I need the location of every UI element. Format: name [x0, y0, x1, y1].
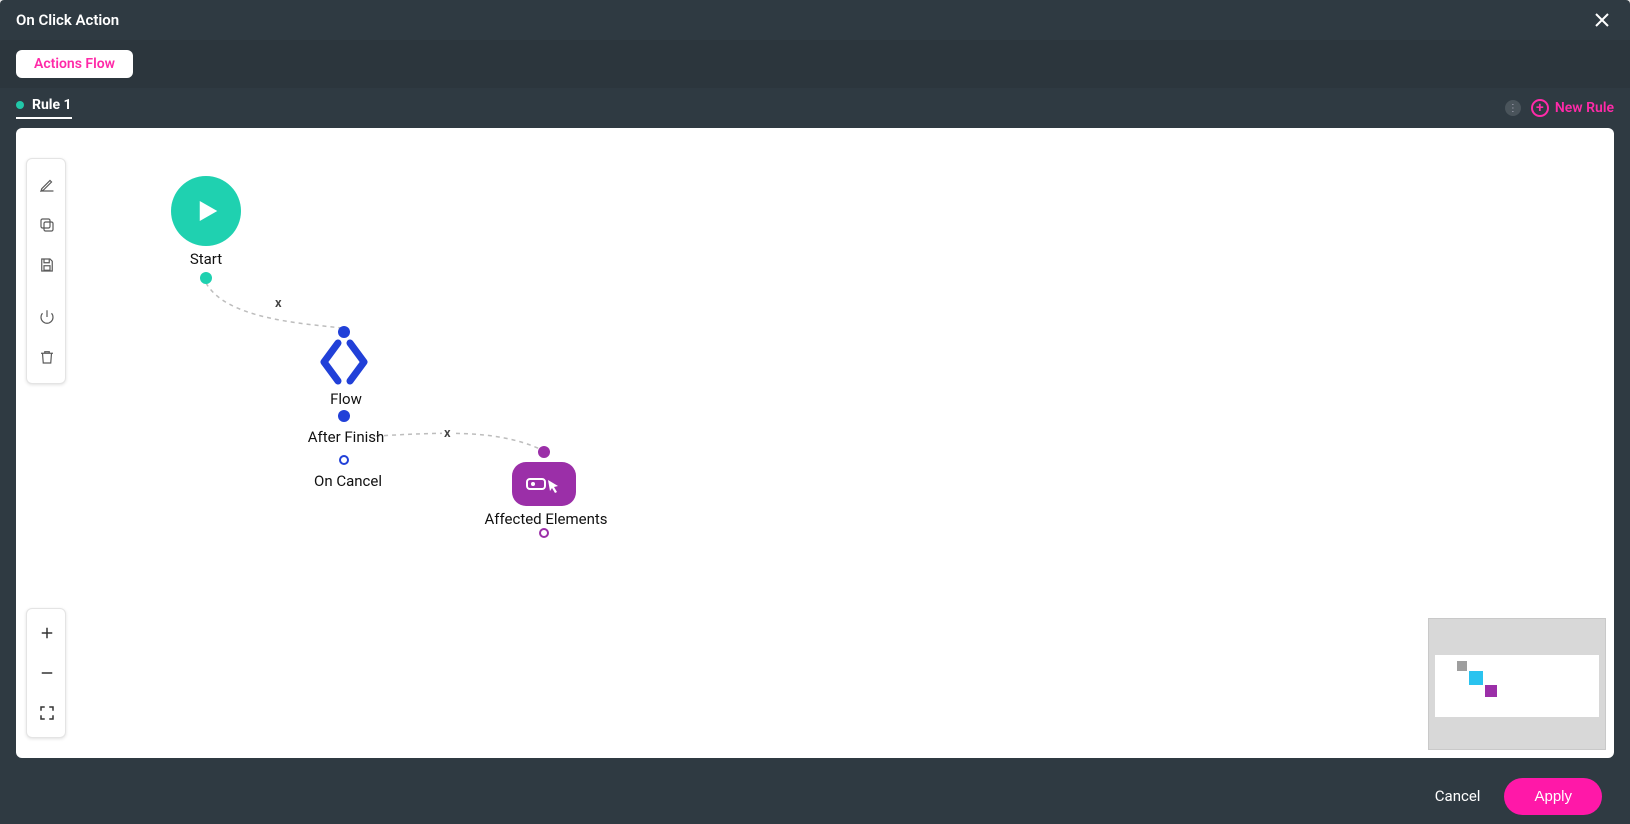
power-icon [38, 308, 56, 326]
save-icon [38, 256, 56, 274]
new-rule-button[interactable]: + New Rule [1531, 99, 1614, 117]
pencil-icon [38, 176, 56, 194]
affected-elements-node[interactable] [512, 462, 576, 506]
fullscreen-icon [38, 704, 56, 722]
copy-icon [38, 216, 56, 234]
tabs-row: Actions Flow [0, 40, 1630, 88]
affected-in-port[interactable] [538, 446, 550, 458]
save-button[interactable] [27, 245, 67, 285]
flow-on-cancel-label: On Cancel [288, 472, 408, 490]
zoom-in-button[interactable] [27, 613, 67, 653]
minimap-viewport [1435, 655, 1599, 717]
rule-bar: Rule 1 ⋮ + New Rule [0, 88, 1630, 128]
flow-after-finish-port[interactable] [338, 410, 350, 422]
flow-after-finish-label: After Finish [276, 428, 416, 446]
minimap-node-affected [1485, 685, 1497, 697]
minimap-node-flow [1469, 671, 1483, 685]
flow-on-cancel-port[interactable] [339, 455, 349, 465]
modal-header: On Click Action [0, 0, 1630, 40]
trash-icon [38, 348, 56, 366]
delete-button[interactable] [27, 337, 67, 377]
affected-elements-icon [524, 470, 564, 498]
canvas-toolbar [26, 158, 66, 384]
modal-footer: Cancel Apply [0, 768, 1630, 824]
play-icon [191, 196, 221, 226]
start-node-label: Start [171, 250, 241, 268]
fit-view-button[interactable] [27, 693, 67, 733]
power-button[interactable] [27, 297, 67, 337]
flow-node[interactable] [316, 338, 372, 386]
affected-out-port[interactable] [539, 528, 549, 538]
rule-bar-right: ⋮ + New Rule [1505, 99, 1614, 117]
minimap-node-start [1457, 661, 1467, 671]
edge-remove-flow-affected[interactable]: x [442, 426, 453, 441]
copy-button[interactable] [27, 205, 67, 245]
zoom-toolbar [26, 608, 66, 738]
start-out-port[interactable] [200, 272, 212, 284]
on-click-action-modal: On Click Action Actions Flow Rule 1 ⋮ + … [0, 0, 1630, 824]
rule-status-dot [16, 101, 24, 109]
flow-node-label: Flow [306, 390, 386, 408]
flow-in-port[interactable] [338, 326, 350, 338]
drag-handle-icon[interactable]: ⋮ [1505, 100, 1521, 116]
edge-remove-start-flow[interactable]: x [273, 296, 284, 311]
canvas-wrap: x x Start Flow After Finish [0, 128, 1630, 768]
rule-tab[interactable]: Rule 1 [16, 97, 72, 119]
close-button[interactable] [1590, 8, 1614, 32]
flow-icon [318, 339, 370, 385]
modal-title: On Click Action [16, 11, 119, 29]
tab-actions-flow[interactable]: Actions Flow [16, 50, 133, 78]
edit-button[interactable] [27, 165, 67, 205]
minimap[interactable] [1428, 618, 1606, 750]
zoom-out-button[interactable] [27, 653, 67, 693]
cancel-button[interactable]: Cancel [1435, 787, 1481, 805]
start-node[interactable] [171, 176, 241, 246]
close-icon [1593, 11, 1611, 29]
plus-circle-icon: + [1531, 99, 1549, 117]
plus-icon [38, 624, 56, 642]
apply-button[interactable]: Apply [1504, 778, 1602, 815]
new-rule-label: New Rule [1555, 100, 1614, 116]
flow-canvas[interactable]: x x Start Flow After Finish [16, 128, 1614, 758]
affected-elements-label: Affected Elements [476, 510, 616, 528]
rule-tab-label: Rule 1 [32, 97, 72, 113]
minus-icon [38, 664, 56, 682]
